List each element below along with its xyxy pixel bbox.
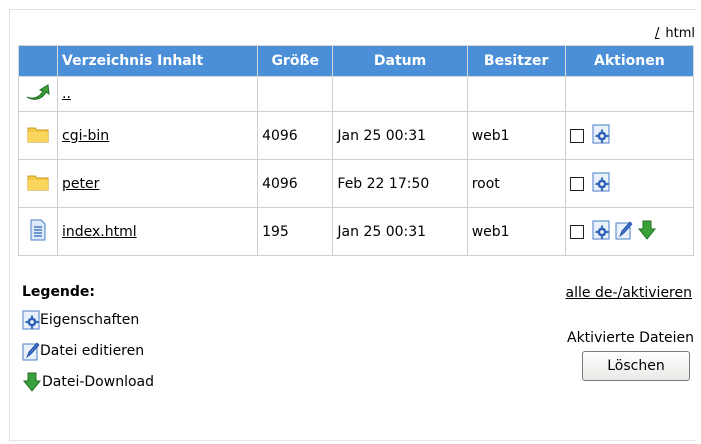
legend-item: Datei editieren — [22, 335, 154, 366]
table-row: cgi-bin 4096 Jan 25 00:31 web1 — [18, 111, 695, 160]
actions-cell — [564, 111, 695, 160]
file-date: Jan 25 00:31 — [332, 111, 468, 160]
file-name-link[interactable]: cgi-bin — [62, 128, 109, 144]
updir-link-cell: .. — [56, 76, 259, 112]
edit-icon[interactable] — [615, 220, 633, 244]
file-size: 4096 — [257, 159, 334, 208]
actions-cell — [564, 159, 695, 208]
file-table: Verzeichnis Inhalt Größe Datum Besitzer … — [18, 45, 695, 256]
file-date: Jan 25 00:31 — [332, 207, 468, 256]
up-directory-arrow-icon[interactable] — [25, 83, 51, 101]
download-icon[interactable] — [637, 220, 657, 244]
updir-link[interactable]: .. — [62, 86, 71, 102]
folder-icon — [27, 175, 49, 190]
select-checkbox[interactable] — [569, 176, 584, 191]
select-checkbox[interactable] — [569, 224, 584, 239]
table-row: peter 4096 Feb 22 17:50 root — [18, 159, 695, 208]
breadcrumb: / html — [655, 26, 695, 41]
file-date: Feb 22 17:50 — [332, 159, 468, 208]
legend-item: Eigenschaften — [22, 304, 154, 335]
file-owner: web1 — [466, 111, 566, 160]
activated-files-label: Aktivierte Dateien — [567, 330, 694, 346]
header-size: Größe — [257, 45, 334, 77]
edit-icon — [22, 341, 40, 360]
updir-icon-cell — [18, 76, 58, 112]
actions-cell — [564, 207, 695, 256]
breadcrumb-root-link[interactable]: / — [655, 26, 659, 41]
header-icon-column — [18, 45, 58, 77]
table-row-updir: .. — [18, 76, 695, 112]
file-owner: web1 — [466, 207, 566, 256]
legend-title: Legende: — [22, 284, 96, 300]
file-size: 4096 — [257, 111, 334, 160]
header-actions: Aktionen — [564, 45, 695, 77]
properties-icon — [22, 310, 40, 329]
table-row: index.html 195 Jan 25 00:31 web1 — [18, 207, 695, 256]
properties-icon[interactable] — [592, 220, 610, 244]
toggle-all-link[interactable]: alle de-/aktivieren — [566, 285, 692, 301]
delete-button[interactable]: Löschen — [582, 351, 690, 381]
legend-label: Eigenschaften — [40, 311, 140, 328]
file-size: 195 — [257, 207, 334, 256]
legend: Legende: Eigenschaften Datei editieren D… — [22, 284, 154, 397]
folder-icon — [27, 127, 49, 142]
file-name-link[interactable]: index.html — [62, 224, 137, 240]
breadcrumb-current: html — [665, 26, 695, 41]
document-icon — [30, 219, 46, 240]
file-owner: root — [466, 159, 566, 208]
header-date: Datum — [332, 45, 468, 77]
legend-item: Datei-Download — [22, 366, 154, 397]
legend-label: Datei-Download — [42, 373, 154, 390]
header-owner: Besitzer — [466, 45, 566, 77]
header-name: Verzeichnis Inhalt — [56, 45, 259, 77]
legend-label: Datei editieren — [40, 342, 145, 359]
select-checkbox[interactable] — [569, 128, 584, 143]
properties-icon[interactable] — [592, 172, 610, 196]
download-icon — [22, 372, 42, 392]
table-header-row: Verzeichnis Inhalt Größe Datum Besitzer … — [18, 45, 695, 77]
file-name-link[interactable]: peter — [62, 176, 99, 192]
properties-icon[interactable] — [592, 124, 610, 148]
